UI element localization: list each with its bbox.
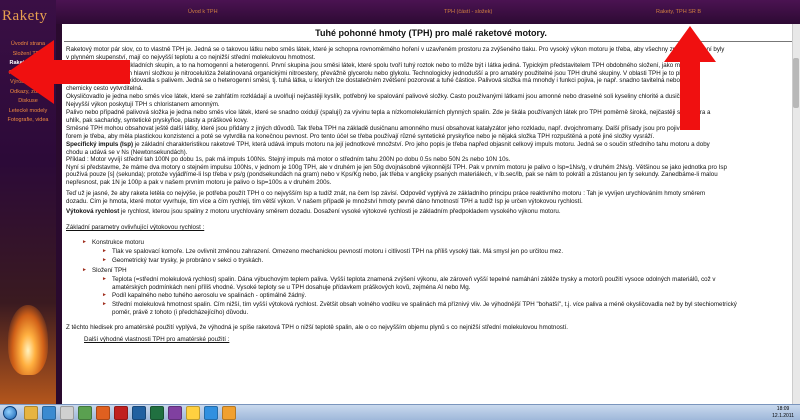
list-item: Střední molekulová hmotnost spalin. Čím … [112,301,737,308]
list-item-continued: amatérských podmínkách není příliš vhodn… [112,283,471,291]
params-heading: Základní parametry ovlivňující výtokovou… [66,224,205,231]
top-nav: Úvod k TPH TPH (částí - složek) Rakety, … [56,0,800,24]
paragraph: Palivo nebo případně palivová složka je … [66,109,711,116]
folder-icon[interactable] [186,406,200,420]
explorer-icon[interactable] [24,406,38,420]
app-icon[interactable] [168,406,182,420]
top-link-uvod[interactable]: Úvod k TPH [188,9,218,15]
paragraph: používá pouze [s] (sekunda); protože vyj… [66,171,718,179]
excel-icon[interactable] [150,406,164,420]
bullet-icon: ► [82,267,87,273]
browser-icon[interactable] [42,406,56,420]
vertical-scrollbar[interactable] [792,24,800,404]
app-icon[interactable] [204,406,218,420]
app-icon[interactable] [96,406,110,420]
top-link-rakety[interactable]: Rakety, TPH SR B [656,9,701,15]
paragraph: Raketový motor pár slov, co to vlastně T… [66,46,725,53]
paragraph: bezdýmné prachy, jejich hlavní složkou j… [66,69,699,77]
title-divider [64,41,798,42]
paragraph: Teď už je jasné, že aby raketa letěla co… [66,190,706,197]
vytok-line: Výtoková rychlost je rychlost, kterou js… [66,208,561,215]
sidebar-item-diskuse[interactable]: Diskuse [3,97,53,107]
app-icon[interactable] [222,406,236,420]
paragraph: dozadu. Čím je hmota, které motor vyvrhu… [66,197,583,205]
clock-time: 18:09 [776,406,790,412]
paragraph: chemicky cesto vytvrditelná. [66,84,144,92]
impuls-line: Specifický impuls (Isp) je základní char… [66,141,710,148]
list-item-continued: poměr, právě z tohoto (i předcházejícího… [112,308,249,316]
clock[interactable]: 18:09 12.1.2011 [772,406,794,420]
bullet-icon: ► [102,276,107,282]
top-link-casti[interactable]: TPH (částí - složek) [444,9,492,15]
sidebar: Rakety Úvodní strana Složení TPH Raketov… [0,0,56,404]
rocket-flame-image [8,305,48,375]
list-item: Podíl kapalného nebo tuhého aerosolu ve … [112,292,307,299]
list-item: Tlak ve spalovací komoře. Lze ovlivnit z… [112,248,564,255]
word-icon[interactable] [132,406,146,420]
paragraph: v plynném skupenství, mají co nejvyšší t… [66,53,316,61]
paragraph: nepřesnost, pak 1N je 100p a pak v našem… [66,179,332,186]
paragraph: Okysličovadlo je jedna nebo směs více lá… [66,93,689,100]
sidebar-item-uvod[interactable]: Úvodní strana [3,40,53,50]
sidebar-item-pohonne-smesi[interactable]: Pohonné směsi [3,69,53,79]
impuls-heading: Specifický impuls (Isp) [66,141,134,148]
list-item: Konstrukce motoru [92,239,144,246]
paragraph: Směsné TPH mohou obsahovat ještě další l… [66,125,699,132]
clock-date: 12.1.2011 [772,413,794,419]
paragraph: jedná o směs tuhého oxidovadla s palivem… [66,77,687,85]
paragraph: uhlík, pak sacharidy, syntetické pryskyř… [66,116,249,124]
app-icon[interactable] [60,406,74,420]
scrollbar-thumb[interactable] [793,58,799,108]
sidebar-item-foto[interactable]: Fotografie, videa [3,116,53,126]
sidebar-item-slozeni[interactable]: Složení TPH [3,50,53,60]
app-icon[interactable] [78,406,92,420]
sidebar-nav: Úvodní strana Složení TPH Raketové TPH P… [3,40,53,126]
list-item: Složení TPH [92,267,127,274]
paragraph: TPH se dělí do dvou základních skupin, a… [66,62,687,69]
paragraph: chodu a udává se v Ns (Newtonsekundách). [66,148,188,156]
sidebar-item-vyroba[interactable]: Výroba motoru [3,78,53,88]
bullet-icon: ► [102,301,107,307]
paragraph: forem je třeba, aby měla plastickou konz… [66,132,655,140]
paragraph: Příklad : Motor vyvíjí střední tah 100N … [66,156,511,164]
paragraph: Nejvyšší výkon poskytují TPH s chlorista… [66,100,220,108]
bullet-icon: ► [102,292,107,298]
bullet-icon: ► [102,257,107,263]
advantages-link[interactable]: Další výhodné vlastnosti TPH pro amatérs… [84,336,796,344]
article: Tuhé pohonné hmoty (TPH) pro malé raketo… [62,24,800,404]
start-button-icon[interactable] [3,406,17,420]
page-title: Tuhé pohonné hmoty (TPH) pro malé raketo… [315,28,547,38]
site-logo[interactable]: Rakety [2,8,48,25]
vytok-heading: Výtoková rychlost [66,208,120,215]
list-item: Teplota (=střední molekulová rychlost) s… [112,276,716,283]
closing-paragraph: Z těchto hledisek pro amatérské použití … [66,324,569,331]
sidebar-item-raketove-tph[interactable]: Raketové TPH [3,59,53,69]
app-icon[interactable] [114,406,128,420]
sidebar-item-odkazy[interactable]: Odkazy, zdroje [3,88,53,98]
paragraph: Nyní si představme, že máme dva motory o… [66,163,727,171]
bullet-icon: ► [102,248,107,254]
sidebar-item-modely[interactable]: Letecké modely [3,107,53,117]
bullet-icon: ► [82,239,87,245]
list-item: Geometrický tvar trysky, je probráno v s… [112,257,264,264]
taskbar: 18:09 12.1.2011 [0,404,800,420]
